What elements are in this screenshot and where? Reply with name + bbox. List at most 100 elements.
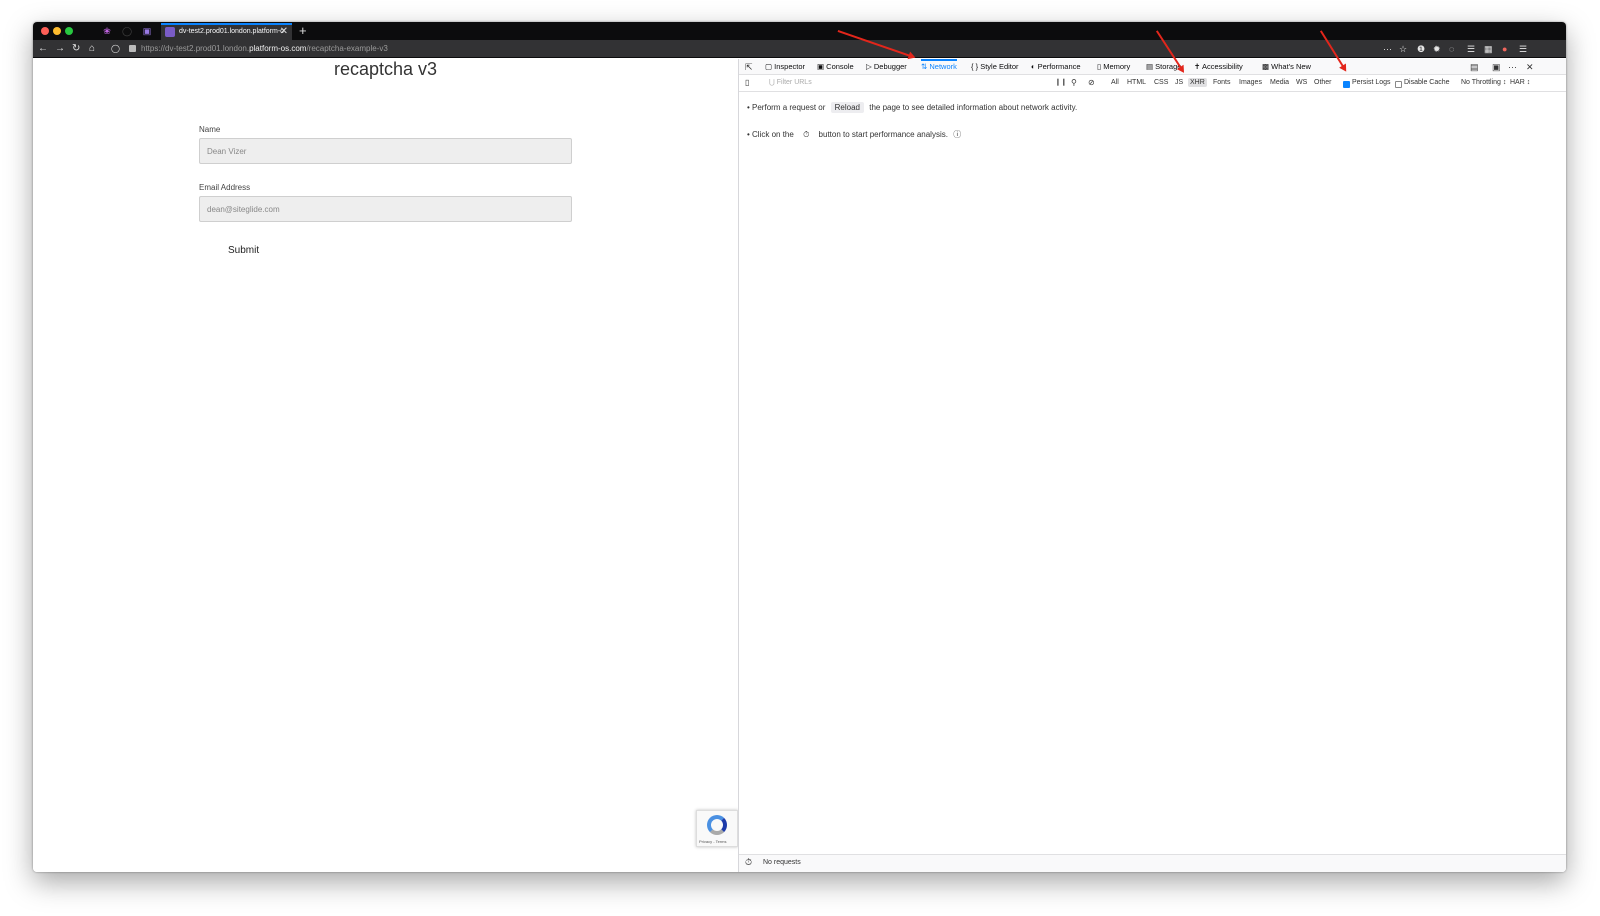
filter-js[interactable]: JS xyxy=(1173,78,1185,87)
page-actions-icon[interactable]: ··· xyxy=(1383,41,1392,57)
tab-network-label: Network xyxy=(929,62,957,71)
filter-xhr[interactable]: XHR xyxy=(1188,78,1207,87)
menu-icon[interactable]: ☰ xyxy=(1519,41,1527,57)
pinned-tab-1[interactable]: ❀ xyxy=(99,24,115,38)
filter-css[interactable]: CSS xyxy=(1152,78,1170,87)
msg1-start: • Perform a request or xyxy=(747,103,826,112)
persist-logs-checkbox[interactable] xyxy=(1343,81,1350,88)
tab-accessibility[interactable]: ✝ Accessibility xyxy=(1194,59,1243,75)
har-menu[interactable]: HAR ↕ xyxy=(1510,79,1530,86)
tab-network[interactable]: ⇅ Network xyxy=(921,59,957,75)
filter-urls-input[interactable]: ⋃ Filter URLs xyxy=(769,78,812,86)
pick-element-icon[interactable]: ⇱ xyxy=(745,59,753,75)
tab-console-label: Console xyxy=(826,62,854,71)
disable-cache-label[interactable]: Disable Cache xyxy=(1404,79,1450,86)
name-label: Name xyxy=(199,125,221,134)
active-tab[interactable]: dv-test2.prod01.london.platform-o ✕ xyxy=(161,23,292,40)
trash-icon[interactable]: ▯ xyxy=(745,75,749,91)
disable-cache-checkbox[interactable] xyxy=(1395,81,1402,88)
tab-whats-new[interactable]: ▩ What's New xyxy=(1262,59,1311,75)
devtools-panel: ⇱ ▢ Inspector ▣ Console ▷ Debugger ⇅ Net… xyxy=(738,59,1566,872)
tab-title: dv-test2.prod01.london.platform-o xyxy=(179,28,285,35)
tab-favicon xyxy=(165,27,175,37)
filter-ws[interactable]: WS xyxy=(1294,78,1309,87)
email-label: Email Address xyxy=(199,183,251,192)
back-icon[interactable]: ← xyxy=(38,41,48,57)
close-tab-icon[interactable]: ✕ xyxy=(280,25,288,39)
bookmark-star-icon[interactable]: ☆ xyxy=(1399,41,1407,57)
separate-window-icon[interactable]: ▣ xyxy=(1492,59,1501,75)
extension-icon-3[interactable]: ◌ xyxy=(1449,41,1454,57)
extension-icon-2[interactable]: ✹ xyxy=(1433,41,1441,57)
zoom-window-button[interactable] xyxy=(65,27,73,35)
help-icon[interactable]: ⓘ xyxy=(953,130,961,139)
msg2-end: button to start performance analysis. xyxy=(818,130,948,139)
tab-memory[interactable]: ▯ Memory xyxy=(1097,59,1130,75)
reload-icon[interactable]: ↻ xyxy=(72,41,80,57)
pinned-tab-3[interactable]: ▣ xyxy=(139,24,155,38)
more-options-icon[interactable]: ··· xyxy=(1508,59,1517,75)
email-field[interactable] xyxy=(199,196,572,222)
filter-images[interactable]: Images xyxy=(1237,78,1264,87)
tab-performance[interactable]: ◐ Performance xyxy=(1031,59,1081,75)
persist-logs-label[interactable]: Persist Logs xyxy=(1352,79,1391,86)
filter-urls-placeholder: Filter URLs xyxy=(776,79,812,86)
library-icon[interactable]: ☰ xyxy=(1467,41,1475,57)
forward-icon[interactable]: → xyxy=(55,41,65,57)
home-icon[interactable]: ⌂ xyxy=(89,41,95,57)
close-window-button[interactable] xyxy=(41,27,49,35)
recaptcha-logo-icon xyxy=(707,815,727,835)
extension-icon-1[interactable]: ❶ xyxy=(1417,41,1425,57)
search-icon[interactable]: ⚲ xyxy=(1071,75,1077,91)
web-page: recaptcha v3 Name Email Address Submit P… xyxy=(33,59,738,872)
reload-button[interactable]: Reload xyxy=(830,102,864,113)
network-filter-bar: ▯ ⋃ Filter URLs ❙❙ ⚲ ⊘ All HTML CSS JS X… xyxy=(739,76,1566,92)
network-empty-message: • Perform a request or Reload the page t… xyxy=(747,102,1077,113)
stopwatch-status-icon[interactable]: ⏱ xyxy=(745,857,752,868)
filter-other[interactable]: Other xyxy=(1312,78,1334,87)
throttling-select[interactable]: No Throttling ↕ xyxy=(1461,79,1506,86)
profile-icon[interactable]: ● xyxy=(1502,41,1507,57)
browser-window: ❀ ◯ ▣ dv-test2.prod01.london.platform-o … xyxy=(33,22,1566,872)
pinned-tab-2[interactable]: ◯ xyxy=(119,24,135,38)
no-requests-status: No requests xyxy=(763,859,801,866)
tab-console[interactable]: ▣ Console xyxy=(817,59,854,75)
close-devtools-icon[interactable]: ✕ xyxy=(1526,59,1534,75)
sidebar-icon[interactable]: ▦ xyxy=(1484,41,1493,57)
filter-all[interactable]: All xyxy=(1109,78,1121,87)
submit-button[interactable]: Submit xyxy=(228,245,259,256)
tab-debugger[interactable]: ▷ Debugger xyxy=(866,59,907,75)
filter-media[interactable]: Media xyxy=(1268,78,1291,87)
tab-strip: ❀ ◯ ▣ dv-test2.prod01.london.platform-o … xyxy=(33,22,1566,40)
tab-style-editor-label: Style Editor xyxy=(980,62,1019,71)
filter-fonts[interactable]: Fonts xyxy=(1211,78,1233,87)
new-tab-button[interactable]: + xyxy=(299,22,307,39)
tab-memory-label: Memory xyxy=(1103,62,1131,71)
filter-html[interactable]: HTML xyxy=(1125,78,1148,87)
tab-inspector-label: Inspector xyxy=(774,62,806,71)
tab-performance-label: Performance xyxy=(1037,62,1081,71)
devtools-toolbar: ⇱ ▢ Inspector ▣ Console ▷ Debugger ⇅ Net… xyxy=(739,59,1566,75)
lock-icon[interactable] xyxy=(129,45,136,52)
minimize-window-button[interactable] xyxy=(53,27,61,35)
dock-side-icon[interactable]: ▤ xyxy=(1470,59,1479,75)
tab-style-editor[interactable]: { } Style Editor xyxy=(971,59,1019,75)
msg1-end: the page to see detailed information abo… xyxy=(869,103,1078,112)
shield-icon[interactable]: ◯ xyxy=(111,41,120,57)
pause-icon[interactable]: ❙❙ xyxy=(1055,75,1067,91)
block-icon[interactable]: ⊘ xyxy=(1088,75,1095,91)
performance-message: • Click on the ⏱ button to start perform… xyxy=(747,129,961,141)
page-title: recaptcha v3 xyxy=(333,59,438,79)
msg2-start: • Click on the xyxy=(747,130,794,139)
url-host: platform-os.com xyxy=(249,44,307,53)
network-status-bar: ⏱ No requests xyxy=(739,854,1566,872)
url-prefix: https://dv-test2.prod01.london. xyxy=(141,44,250,53)
tab-debugger-label: Debugger xyxy=(873,62,907,71)
tab-inspector[interactable]: ▢ Inspector xyxy=(765,59,805,75)
url-path: /recaptcha-example-v3 xyxy=(306,44,388,53)
url-bar[interactable]: https://dv-test2.prod01.london.platform-… xyxy=(141,44,388,54)
recaptcha-badge[interactable]: Privacy - Terms xyxy=(696,810,738,847)
recaptcha-terms[interactable]: Privacy - Terms xyxy=(699,839,726,844)
stopwatch-icon[interactable]: ⏱ xyxy=(799,129,813,141)
name-field[interactable] xyxy=(199,138,572,164)
